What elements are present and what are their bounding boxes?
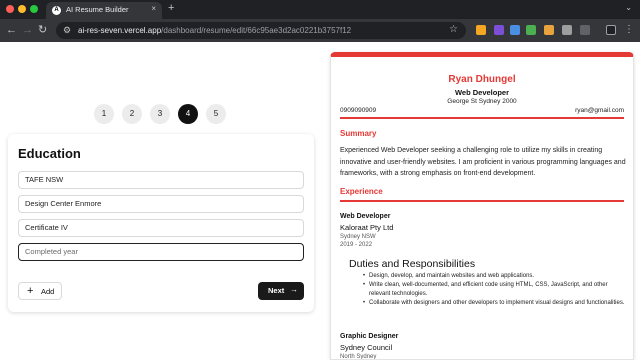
extension-6-icon[interactable] [562, 25, 572, 35]
extension-4-icon[interactable] [526, 25, 536, 35]
company-2: Sydney Council [340, 343, 393, 352]
resume-phone: 0909090909 [340, 107, 377, 114]
plus-icon: + [27, 285, 34, 297]
extension-1-icon[interactable] [476, 25, 486, 35]
browser-toolbar: ← → ↻ ⚙ ai-res-seven.vercel.app/dashboar… [0, 19, 640, 42]
resume-name: Ryan Dhungel [448, 74, 516, 85]
location-2: North Sydney [340, 354, 377, 360]
step-4-active[interactable]: 4 [178, 104, 198, 124]
summary-heading: Summary [340, 129, 377, 138]
back-arrow-icon[interactable]: ← [6, 23, 17, 37]
university-input[interactable]: TAFE NSW [18, 171, 304, 189]
dates-1: 2019 - 2022 [340, 242, 373, 248]
site-info-icon[interactable]: ⚙ [63, 25, 71, 36]
url-path: /dashboard/resume/edit/66c95ae3d2ac0221b… [161, 26, 352, 35]
experience-divider [340, 200, 624, 202]
new-tab-button[interactable]: + [168, 2, 174, 14]
star-icon[interactable]: ☆ [449, 24, 458, 35]
arrow-right-icon: → [290, 285, 298, 294]
form-stepper: 1 2 3 4 5 [94, 104, 234, 124]
address-bar[interactable]: ⚙ ai-res-seven.vercel.app/dashboard/resu… [56, 22, 466, 39]
duty-item: Collaborate with designers and other dev… [363, 299, 627, 308]
url-host: ai-res-seven.vercel.app [78, 26, 162, 35]
add-education-button[interactable]: + Add [18, 282, 62, 300]
close-window-button[interactable] [6, 5, 14, 13]
forward-arrow-icon[interactable]: → [22, 23, 33, 37]
resume-job-title: Web Developer [454, 88, 510, 97]
step-3[interactable]: 3 [150, 104, 170, 124]
duties-heading: Duties and Responsibilities [349, 258, 476, 270]
resume-address: George St Sydney 2000 [447, 98, 517, 105]
browser-tab[interactable]: A AI Resume Builder × [46, 2, 162, 19]
company-1: Kaloraat Pty Ltd [340, 223, 394, 232]
duty-item: Write clean, well-documented, and effici… [363, 281, 627, 299]
tab-favicon-icon: A [52, 6, 61, 15]
job-title-2: Graphic Designer [340, 333, 399, 340]
duty-item: Design, develop, and maintain websites a… [363, 272, 627, 281]
profile-avatar-icon[interactable] [606, 25, 616, 35]
url-text: ai-res-seven.vercel.app/dashboard/resume… [78, 26, 351, 35]
education-form-card: Education TAFE NSW Design Center Enmore … [8, 134, 314, 312]
step-2[interactable]: 2 [122, 104, 142, 124]
form-title: Education [18, 146, 81, 161]
extension-7-icon[interactable] [580, 25, 590, 35]
resume-preview: Ryan Dhungel Web Developer George St Syd… [330, 52, 634, 360]
next-button[interactable]: Next → [258, 282, 304, 300]
header-divider [340, 117, 624, 119]
step-5[interactable]: 5 [206, 104, 226, 124]
extension-3-icon[interactable] [510, 25, 520, 35]
resume-email: ryan@gmail.com [575, 107, 624, 114]
job-title-1: Web Developer [340, 213, 391, 220]
institution-input[interactable]: Design Center Enmore [18, 195, 304, 213]
tab-search-chevron-icon[interactable]: ⌄ [625, 3, 632, 12]
qualification-input[interactable]: Certificate IV [18, 219, 304, 237]
minimize-window-button[interactable] [18, 5, 26, 13]
experience-heading: Experience [340, 187, 383, 196]
maximize-window-button[interactable] [30, 5, 38, 13]
step-1[interactable]: 1 [94, 104, 114, 124]
location-1: Sydney NSW [340, 234, 376, 240]
reload-icon[interactable]: ↻ [38, 23, 47, 37]
next-button-label: Next [268, 286, 285, 295]
duties-list: Design, develop, and maintain websites a… [363, 272, 627, 308]
menu-kebab-icon[interactable]: ⋮ [624, 25, 634, 35]
tab-close-icon[interactable]: × [151, 4, 156, 13]
extension-2-icon[interactable] [494, 25, 504, 35]
browser-titlebar: A AI Resume Builder × + ⌄ [0, 0, 640, 19]
completed-year-input[interactable]: Completed year [18, 243, 304, 261]
add-button-label: Add [41, 287, 55, 296]
tab-title: AI Resume Builder [66, 5, 129, 14]
resume-summary: Experienced Web Developer seeking a chal… [340, 147, 626, 177]
extension-5-icon[interactable] [544, 25, 554, 35]
